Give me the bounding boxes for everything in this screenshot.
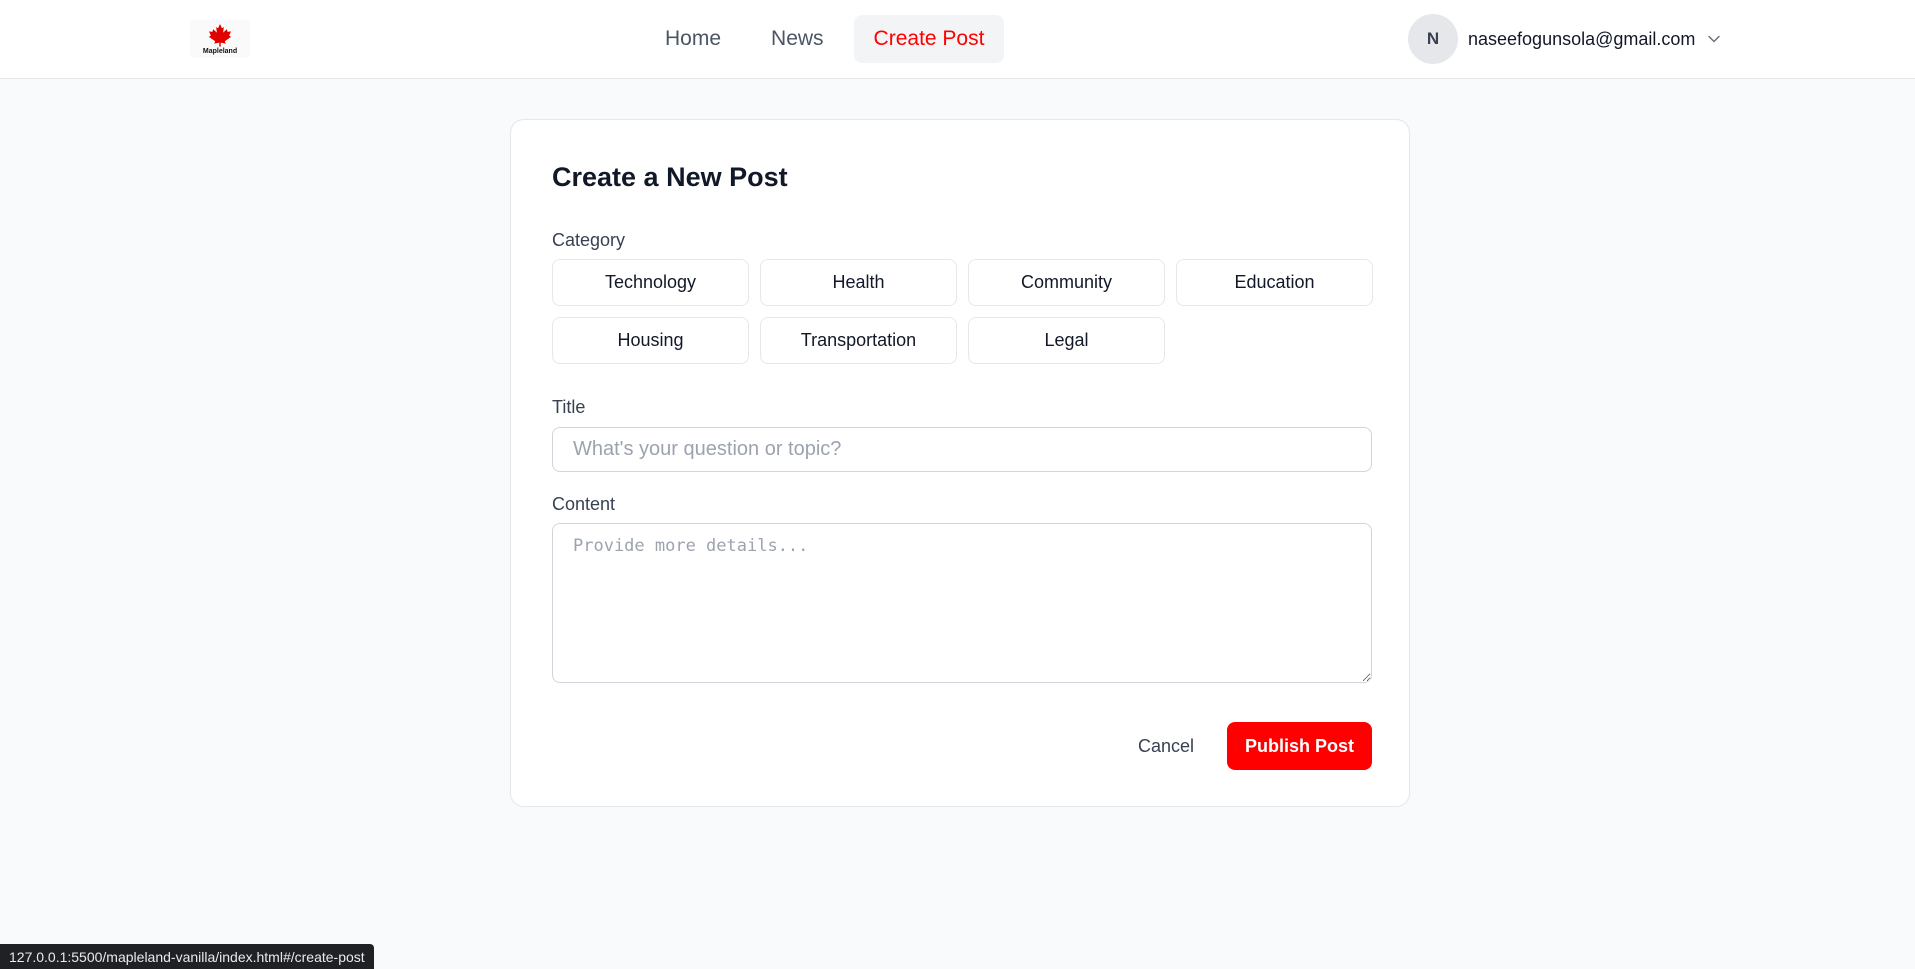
nav-news[interactable]: News [751,15,844,63]
main-nav: Home News Create Post [645,15,1005,63]
category-education[interactable]: Education [1176,259,1373,306]
logo-text: Mapleland [202,48,238,55]
category-technology[interactable]: Technology [552,259,749,306]
category-options: Technology Health Community Education Ho… [552,259,1373,364]
user-menu[interactable]: N naseefogunsola@gmail.com [1408,14,1721,64]
mapleland-logo[interactable]: Mapleland [190,20,250,58]
content-textarea[interactable] [552,523,1372,683]
chevron-down-icon [1708,35,1721,43]
title-label: Title [552,397,586,417]
category-community[interactable]: Community [968,259,1165,306]
category-health[interactable]: Health [760,259,957,306]
maple-leaf-icon [208,23,232,47]
status-bar-url: 127.0.0.1:5500/mapleland-vanilla/index.h… [0,944,374,969]
cancel-button[interactable]: Cancel [1114,722,1218,770]
publish-post-button[interactable]: Publish Post [1227,722,1372,770]
avatar: N [1408,14,1458,64]
category-transportation[interactable]: Transportation [760,317,957,364]
title-input[interactable] [552,427,1372,472]
top-nav-bar: Mapleland Home News Create Post N naseef… [0,0,1915,79]
nav-home[interactable]: Home [645,15,741,63]
category-housing[interactable]: Housing [552,317,749,364]
nav-create-post[interactable]: Create Post [853,15,1005,63]
category-label: Category [552,230,626,250]
page-title: Create a New Post [552,162,788,192]
category-legal[interactable]: Legal [968,317,1165,364]
create-post-card: Create a New Post Category Technology He… [510,119,1410,807]
user-email: naseefogunsola@gmail.com [1468,28,1696,49]
content-label: Content [552,494,616,514]
